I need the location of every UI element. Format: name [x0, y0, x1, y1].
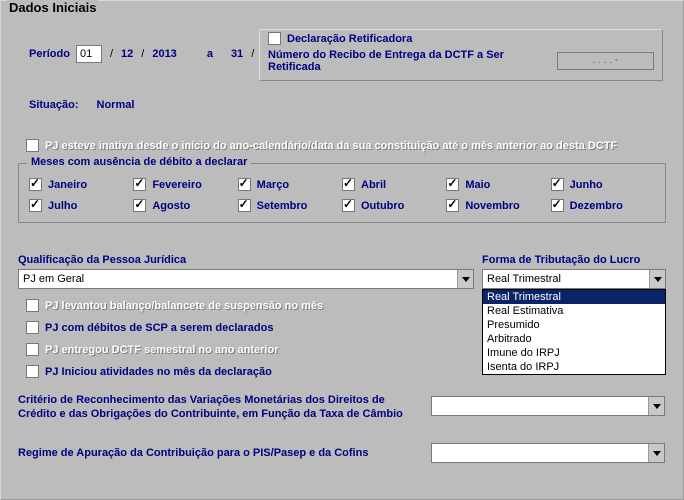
dropdown-option[interactable]: Arbitrado — [483, 332, 665, 346]
mes-checkbox[interactable] — [29, 199, 42, 212]
mes-item: Maio — [446, 178, 550, 191]
slash: / — [251, 48, 254, 60]
mes-label: Janeiro — [48, 179, 87, 191]
mes-label: Novembro — [465, 200, 519, 212]
chevron-down-icon — [648, 444, 664, 462]
mes-checkbox[interactable] — [238, 178, 251, 191]
meses-group: Meses com ausência de débito a declarar … — [18, 163, 666, 223]
mes-label: Março — [257, 179, 289, 191]
periodo-dia-inicio[interactable] — [76, 45, 102, 63]
mes-checkbox[interactable] — [238, 199, 251, 212]
panel-title: Dados Iniciais — [7, 0, 98, 15]
mes-item: Novembro — [446, 199, 550, 212]
pj-inativa-label: PJ esteve inativa desde o início do ano-… — [45, 140, 617, 152]
debitos-scp-row: PJ com débitos de SCP a serem declarados — [26, 321, 273, 334]
criterio-select[interactable] — [431, 396, 665, 416]
mes-item: Junho — [551, 178, 655, 191]
situacao-value: Normal — [97, 99, 135, 111]
periodo-a: a — [207, 48, 213, 60]
dropdown-option[interactable]: Presumido — [483, 318, 665, 332]
chevron-down-icon — [648, 397, 664, 415]
pj-inativa-row: PJ esteve inativa desde o início do ano-… — [26, 139, 617, 152]
mes-item: Dezembro — [551, 199, 655, 212]
retificadora-label: Declaração Retificadora — [287, 33, 412, 45]
mes-item: Fevereiro — [133, 178, 237, 191]
levantou-balanco-label: PJ levantou balanço/balancete de suspens… — [45, 300, 323, 312]
mes-label: Abril — [361, 179, 386, 191]
mes-checkbox[interactable] — [342, 199, 355, 212]
mes-checkbox[interactable] — [342, 178, 355, 191]
mes-checkbox[interactable] — [551, 199, 564, 212]
situacao-label: Situação: — [29, 99, 79, 111]
forma-tributacao-select[interactable]: Real Trimestral — [482, 269, 666, 289]
mes-item: Agosto — [133, 199, 237, 212]
periodo-label: Período — [29, 48, 70, 60]
mes-checkbox[interactable] — [29, 178, 42, 191]
dropdown-option[interactable]: Imune do IRPJ — [483, 346, 665, 360]
mes-label: Maio — [465, 179, 490, 191]
situacao-row: Situação: Normal — [29, 99, 134, 111]
chevron-down-icon — [457, 270, 473, 288]
dropdown-option[interactable]: Isenta do IRPJ — [483, 360, 665, 374]
forma-tributacao-value: Real Trimestral — [487, 273, 561, 285]
qualificacao-label: Qualificação da Pessoa Jurídica — [18, 254, 186, 266]
qualificacao-select[interactable]: PJ em Geral — [18, 269, 474, 289]
periodo-mes-inicio: 12 — [121, 48, 133, 60]
pj-inativa-checkbox[interactable] — [26, 139, 39, 152]
periodo-dia-fim: 31 — [231, 48, 243, 60]
meses-title: Meses com ausência de débito a declarar — [27, 156, 251, 168]
forma-tributacao-dropdown[interactable]: Real Trimestral Real Estimativa Presumid… — [482, 289, 666, 375]
mes-checkbox[interactable] — [551, 178, 564, 191]
mes-label: Junho — [570, 179, 603, 191]
mes-label: Julho — [48, 200, 77, 212]
debitos-scp-label: PJ com débitos de SCP a serem declarados — [45, 322, 273, 334]
mes-item: Abril — [342, 178, 446, 191]
retificadora-group: Declaração Retificadora Número do Recibo… — [259, 29, 663, 81]
iniciou-atividades-row: PJ Iniciou atividades no mês da declaraç… — [26, 365, 272, 378]
mes-label: Dezembro — [570, 200, 623, 212]
qualificacao-value: PJ em Geral — [23, 273, 84, 285]
slash: / — [110, 48, 113, 60]
mes-checkbox[interactable] — [446, 199, 459, 212]
mes-item: Outubro — [342, 199, 446, 212]
dropdown-option[interactable]: Real Trimestral — [483, 290, 665, 304]
recibo-label: Número do Recibo de Entrega da DCTF a Se… — [268, 49, 557, 73]
regime-select[interactable] — [431, 443, 665, 463]
mes-checkbox[interactable] — [446, 178, 459, 191]
retificadora-checkbox[interactable] — [268, 32, 281, 45]
mes-checkbox[interactable] — [133, 178, 146, 191]
iniciou-atividades-checkbox[interactable] — [26, 365, 39, 378]
mes-label: Outubro — [361, 200, 404, 212]
mes-item: Julho — [29, 199, 133, 212]
regime-label: Regime de Apuração da Contribuição para … — [18, 447, 422, 459]
levantou-balanco-checkbox[interactable] — [26, 299, 39, 312]
mes-checkbox[interactable] — [133, 199, 146, 212]
periodo-ano-inicio: 2013 — [152, 48, 176, 60]
criterio-label: Critério de Reconhecimento das Variações… — [18, 393, 422, 421]
mes-item: Janeiro — [29, 178, 133, 191]
levantou-balanco-row: PJ levantou balanço/balancete de suspens… — [26, 299, 323, 312]
entregou-semestral-label: PJ entregou DCTF semestral no ano anteri… — [45, 344, 279, 356]
dropdown-option[interactable]: Real Estimativa — [483, 304, 665, 318]
mes-item: Setembro — [238, 199, 342, 212]
mes-label: Setembro — [257, 200, 308, 212]
forma-tributacao-label: Forma de Tributação do Lucro — [482, 254, 640, 266]
entregou-semestral-checkbox[interactable] — [26, 343, 39, 356]
mes-label: Agosto — [152, 200, 190, 212]
mes-label: Fevereiro — [152, 179, 202, 191]
debitos-scp-checkbox[interactable] — [26, 321, 39, 334]
chevron-down-icon — [649, 270, 665, 288]
entregou-semestral-row: PJ entregou DCTF semestral no ano anteri… — [26, 343, 279, 356]
iniciou-atividades-label: PJ Iniciou atividades no mês da declaraç… — [45, 366, 272, 378]
dados-iniciais-panel: Dados Iniciais Período /12/2013 a 31/12/… — [0, 0, 684, 500]
recibo-field[interactable]: . . . . - — [557, 52, 654, 70]
meses-grid: Janeiro Fevereiro Março Abril Maio Junho… — [29, 178, 655, 212]
slash: / — [141, 48, 144, 60]
mes-item: Março — [238, 178, 342, 191]
